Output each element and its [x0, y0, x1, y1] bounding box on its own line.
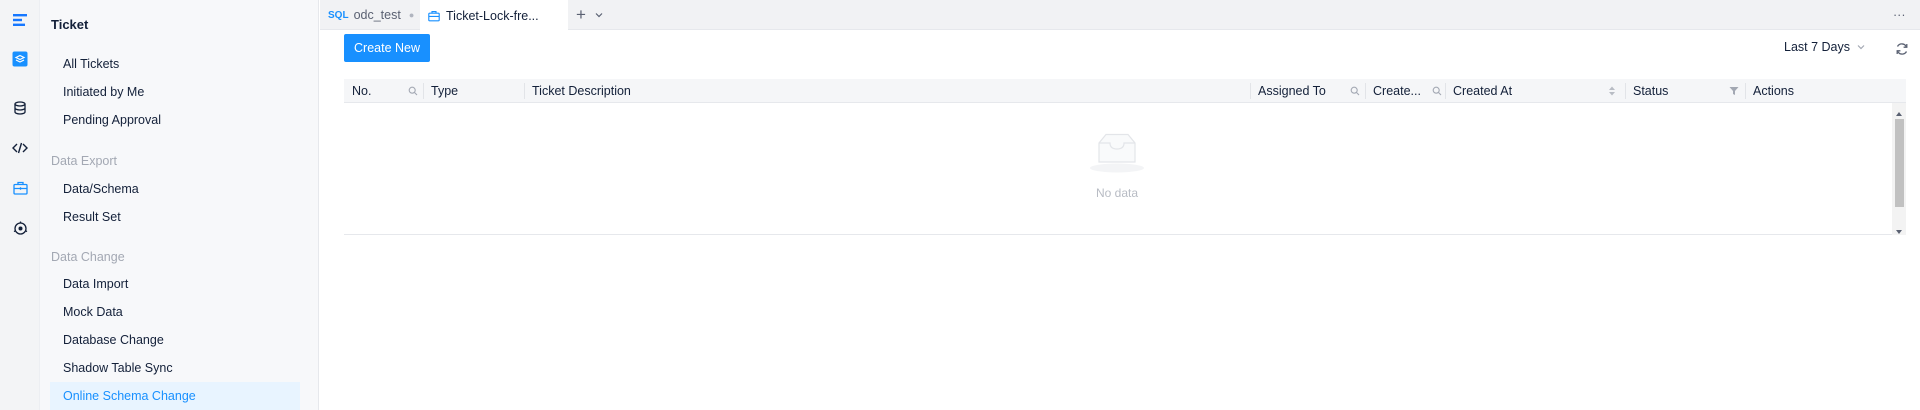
create-new-button[interactable]: Create New — [344, 34, 430, 62]
sidebar-group-data-change: Data Change — [51, 250, 125, 264]
icon-rail — [0, 0, 40, 410]
scroll-thumb[interactable] — [1895, 119, 1904, 207]
ticket-tab-icon — [428, 10, 440, 22]
sidebar-item-initiated-by-me[interactable]: Initiated by Me — [50, 78, 300, 106]
sidebar-item-data-schema[interactable]: Data/Schema — [50, 175, 300, 203]
close-icon[interactable]: ● — [409, 10, 414, 20]
chevron-down-icon — [1856, 42, 1866, 52]
sidebar-group-data-export: Data Export — [51, 154, 118, 168]
sidebar-item-pending-approval[interactable]: Pending Approval — [50, 106, 300, 134]
column-header-assigned-to: Assigned To — [1258, 84, 1326, 98]
sql-badge-icon: SQL — [328, 9, 349, 21]
tickets-table: No. Type Ticket Description Assigned To … — [344, 79, 1906, 235]
more-icon[interactable]: ··· — [1893, 0, 1906, 30]
column-header-status: Status — [1633, 84, 1669, 98]
column-header-description: Ticket Description — [532, 84, 631, 98]
sidebar-item-database-change[interactable]: Database Change — [50, 326, 300, 354]
column-header-no: No. — [352, 84, 372, 98]
tab-bar: SQL odc_test ● Ticket-Lock-fre... + ··· — [320, 0, 1920, 31]
table-scrollbar[interactable] — [1892, 103, 1906, 235]
sidebar-item-shadow-table-sync[interactable]: Shadow Table Sync — [50, 354, 300, 382]
refresh-icon[interactable] — [1895, 42, 1909, 59]
sidebar-item-all-tickets[interactable]: All Tickets — [50, 50, 300, 78]
sidebar-item-mock-data[interactable]: Mock Data — [50, 298, 300, 326]
sidebar-item-result-set[interactable]: Result Set — [50, 203, 300, 231]
column-header-actions: Actions — [1753, 84, 1794, 98]
column-header-created-by: Create... — [1373, 84, 1421, 98]
sidebar-title: Ticket — [51, 17, 89, 32]
sort-icon[interactable] — [1608, 85, 1620, 97]
app-window: Ticket All Tickets Initiated by Me Pendi… — [0, 0, 1920, 410]
empty-state — [344, 103, 1890, 234]
tab-label: Ticket-Lock-fre... — [446, 8, 539, 23]
tab-ticket-lock[interactable]: Ticket-Lock-fre... — [420, 0, 568, 31]
code-icon[interactable] — [12, 140, 28, 156]
table-header: No. Type Ticket Description Assigned To … — [344, 79, 1906, 103]
chevron-down-icon[interactable] — [594, 0, 604, 30]
logo-icon[interactable] — [12, 12, 28, 28]
tab-label: odc_test — [353, 8, 401, 22]
search-icon[interactable] — [408, 85, 420, 97]
date-range-label: Last 7 Days — [1784, 40, 1851, 54]
column-header-created-at: Created At — [1453, 84, 1513, 98]
scroll-down-icon[interactable] — [1895, 224, 1903, 238]
empty-inbox-icon — [1088, 133, 1146, 176]
empty-state-text: No data — [1095, 186, 1139, 200]
scroll-up-icon[interactable] — [1895, 106, 1903, 120]
sidebar-item-online-schema-change[interactable]: Online Schema Change — [50, 382, 300, 410]
add-tab-icon[interactable]: + — [576, 0, 586, 30]
ticket-sidebar: Ticket All Tickets Initiated by Me Pendi… — [40, 0, 319, 410]
sidebar-item-data-import[interactable]: Data Import — [50, 270, 300, 298]
ticket-icon[interactable] — [12, 180, 28, 196]
tab-odc-test[interactable]: SQL odc_test ● — [328, 0, 414, 30]
filter-icon[interactable] — [1729, 85, 1741, 97]
security-icon[interactable] — [12, 220, 28, 236]
date-range-select[interactable]: Last 7 Days — [1784, 40, 1866, 54]
search-icon[interactable] — [1350, 85, 1362, 97]
column-header-type: Type — [431, 84, 459, 98]
database-icon[interactable] — [12, 100, 28, 116]
search-icon[interactable] — [1432, 85, 1444, 97]
workspace-icon[interactable] — [12, 51, 28, 67]
